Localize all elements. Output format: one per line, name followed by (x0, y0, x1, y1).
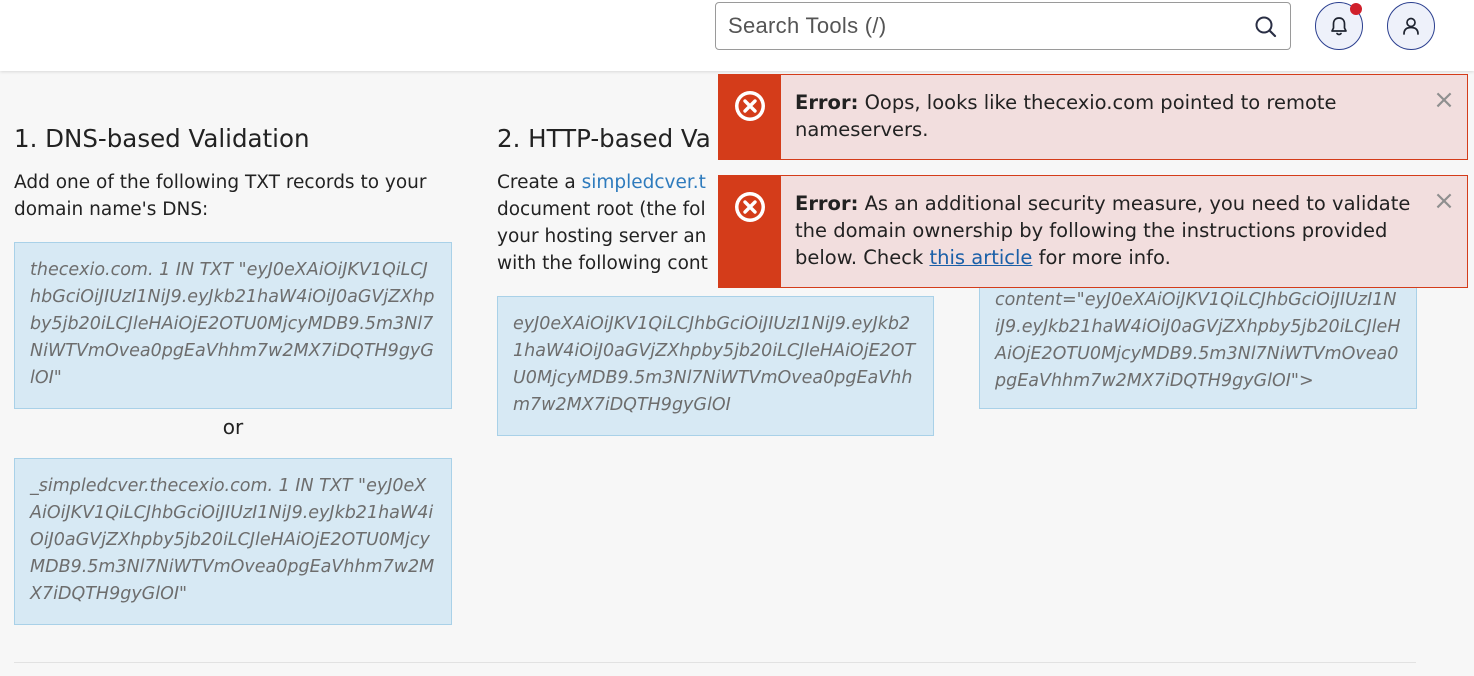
notification-badge (1350, 3, 1362, 15)
search-box[interactable] (715, 2, 1291, 50)
alert-message: Error: Oops, looks like thecexio.com poi… (795, 89, 1415, 143)
dns-instruction: Add one of the following TXT records to … (14, 172, 427, 220)
search-icon[interactable] (1254, 15, 1278, 39)
dns-validation-section: 1. DNS-based Validation Add one of the f… (14, 124, 454, 223)
meta-tag-content[interactable]: content="eyJ0eXAiOiJKV1QiLCJhbGciOiJIUzI… (979, 270, 1417, 409)
http-instruction: Create a simpledcver.t document root (th… (497, 169, 719, 277)
dns-txt-record-1[interactable]: thecexio.com. 1 IN TXT "eyJ0eXAiOiJKV1Qi… (14, 242, 452, 409)
http-file-content[interactable]: eyJ0eXAiOiJKV1QiLCJhbGciOiJIUzI1NiJ9.eyJ… (497, 296, 934, 436)
alert-icon-panel (719, 75, 781, 159)
close-icon[interactable]: × (1433, 87, 1455, 113)
alert-message-text: Oops, looks like thecexio.com pointed to… (795, 91, 1337, 141)
alert-label: Error: (795, 192, 859, 215)
search-input[interactable] (728, 9, 1248, 43)
or-separator: or (222, 415, 244, 439)
error-alert-nameservers: Error: Oops, looks like thecexio.com poi… (718, 74, 1468, 160)
user-icon (1403, 17, 1419, 35)
alert-message-tail: for more info. (1032, 246, 1171, 269)
simpledcver-link[interactable]: simpledcver.t (582, 172, 706, 193)
notifications-button[interactable] (1315, 2, 1363, 50)
bell-icon (1331, 17, 1347, 36)
error-icon (735, 91, 765, 121)
this-article-link[interactable]: this article (929, 246, 1032, 269)
dns-validation-title: 1. DNS-based Validation (14, 124, 310, 153)
http-validation-title: 2. HTTP-based Va (497, 124, 711, 153)
error-alert-validation: Error: As an additional security measure… (718, 175, 1468, 288)
section-divider (14, 662, 1416, 663)
http-validation-section: 2. HTTP-based Va Create a simpledcver.t … (497, 124, 727, 277)
alert-label: Error: (795, 91, 859, 114)
alert-message: Error: As an additional security measure… (795, 190, 1415, 271)
http-instruction-pre: Create a (497, 172, 582, 193)
top-bar (0, 0, 1474, 71)
dns-txt-record-2[interactable]: _simpledcver.thecexio.com. 1 IN TXT "eyJ… (14, 458, 452, 625)
close-icon[interactable]: × (1433, 188, 1455, 214)
user-menu-button[interactable] (1387, 2, 1435, 50)
http-instruction-post: document root (the fol your hosting serv… (497, 199, 708, 274)
error-icon (735, 192, 765, 222)
alert-icon-panel (719, 176, 781, 287)
